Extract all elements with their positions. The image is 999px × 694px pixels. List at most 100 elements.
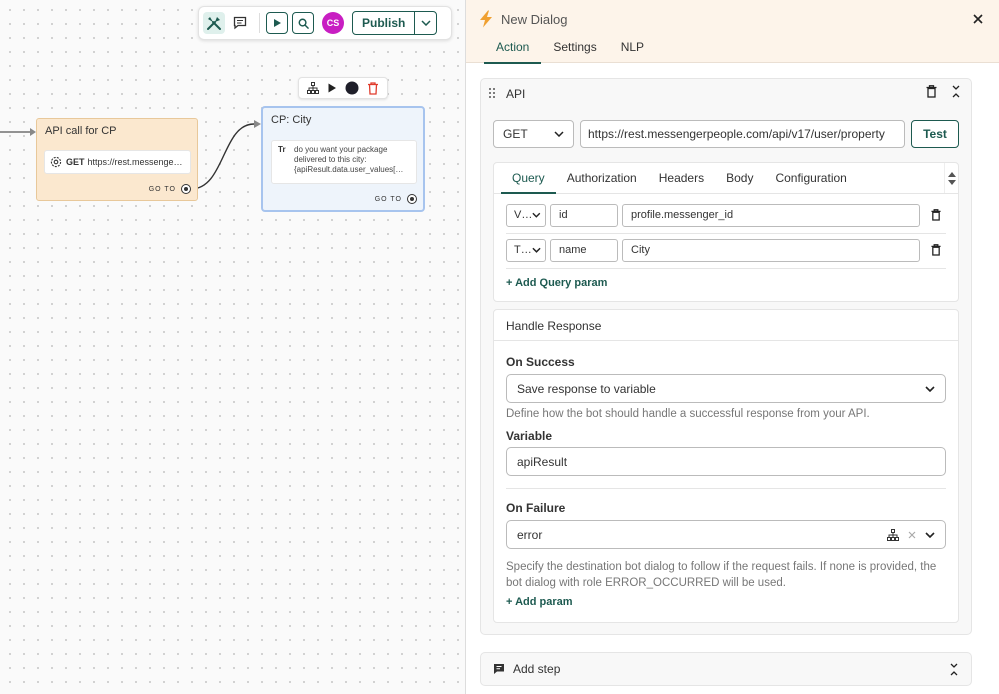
on-success-hint: Define how the bot should handle a succe… [506, 408, 870, 420]
tab-scroll-arrows[interactable] [944, 163, 958, 193]
trash-icon[interactable] [367, 81, 379, 95]
tab-settings[interactable]: Settings [541, 40, 608, 63]
request-config-card: Query Authorization Headers Body Configu… [493, 162, 959, 302]
on-success-label: On Success [506, 355, 575, 369]
goto-label: GO TO [148, 185, 176, 193]
trash-icon [931, 209, 941, 221]
api-step-card: API GET https://rest.messengerpeople.com… [480, 78, 972, 635]
param-type-select[interactable]: V… [506, 203, 546, 227]
tools-button[interactable] [203, 12, 225, 34]
on-failure-hint: Specify the destination bot dialog to fo… [506, 561, 937, 589]
play-button[interactable] [266, 12, 288, 34]
node-connectors [0, 120, 261, 190]
api-request-summary[interactable]: GET https://rest.messenge… [44, 150, 191, 174]
node-title: API call for CP [45, 125, 117, 137]
output-port[interactable] [407, 194, 417, 204]
expand-icon[interactable] [949, 663, 959, 676]
toolbar-divider [259, 13, 260, 33]
param-value-input[interactable]: City [622, 238, 920, 262]
query-param-row: V… id profile.messenger_id [506, 203, 948, 227]
dialog-panel: New Dialog Action Settings NLP API GET h… [465, 0, 999, 694]
chevron-down-icon [532, 212, 541, 218]
close-button[interactable] [969, 10, 987, 28]
hierarchy-icon[interactable] [887, 528, 899, 541]
caret-up-icon [947, 171, 956, 177]
tab-authorization[interactable]: Authorization [556, 163, 648, 193]
close-icon [973, 14, 983, 24]
param-type-select[interactable]: T… [506, 238, 546, 262]
handle-response-title: Handle Response [494, 310, 958, 341]
drag-handle-icon[interactable] [488, 87, 496, 99]
publish-options-button[interactable] [414, 12, 436, 34]
add-param-link[interactable]: + Add param [506, 596, 573, 608]
search-button[interactable] [292, 12, 314, 34]
tab-headers[interactable]: Headers [648, 163, 715, 193]
add-query-param-link[interactable]: + Add Query param [506, 277, 607, 289]
message-text: do you want your package delivered to th… [294, 145, 404, 174]
collapse-icon[interactable] [951, 85, 961, 98]
publish-split-button: Publish [352, 11, 438, 35]
tab-action[interactable]: Action [484, 40, 542, 64]
caret-down-icon [947, 179, 956, 185]
delete-param-button[interactable] [924, 209, 948, 221]
text-type-icon: Tr [278, 145, 286, 154]
param-type-value: V… [514, 209, 533, 221]
text-message-block[interactable]: Tr do you want your package delivered to… [271, 140, 417, 184]
clear-icon[interactable] [908, 531, 916, 539]
city-node[interactable]: CP: City Tr do you want your package del… [261, 106, 425, 212]
chevron-down-icon [925, 385, 935, 392]
tab-query[interactable]: Query [501, 163, 556, 194]
variable-input[interactable]: apiResult [506, 447, 946, 476]
comment-button[interactable] [229, 12, 251, 34]
param-key-input[interactable]: name [550, 238, 618, 262]
output-port[interactable] [181, 184, 191, 194]
breakpoint-icon[interactable] [345, 81, 359, 95]
tab-nlp[interactable]: NLP [609, 40, 656, 63]
flow-canvas[interactable]: CS Publish API call for CP GET https://r… [0, 0, 465, 694]
on-failure-value: error [517, 527, 543, 542]
trash-icon[interactable] [926, 85, 937, 98]
query-param-row: T… name City [506, 238, 948, 262]
add-step-bar[interactable]: Add step [480, 652, 972, 686]
publish-button[interactable]: Publish [353, 12, 414, 34]
user-avatar[interactable]: CS [322, 12, 344, 34]
divider [506, 488, 946, 489]
api-card-actions [926, 85, 961, 98]
canvas-toolbar: CS Publish [198, 6, 452, 40]
dialog-title[interactable]: New Dialog [501, 12, 567, 27]
tab-configuration[interactable]: Configuration [764, 163, 857, 193]
node-title: CP: City [271, 114, 312, 126]
api-card-header: API [481, 79, 971, 107]
goto-label: GO TO [374, 195, 402, 203]
trash-icon [931, 244, 941, 256]
request-line: GET https://rest.messengerpeople.com/api… [493, 120, 959, 149]
on-success-select[interactable]: Save response to variable [506, 374, 946, 403]
delete-param-button[interactable] [924, 244, 948, 256]
api-url: https://rest.messenge… [87, 157, 183, 167]
api-call-node[interactable]: API call for CP GET https://rest.messeng… [36, 118, 198, 201]
hierarchy-icon[interactable] [307, 82, 319, 94]
param-key-input[interactable]: id [550, 203, 618, 227]
tab-body[interactable]: Body [715, 163, 764, 193]
request-tabs: Query Authorization Headers Body Configu… [494, 163, 958, 194]
api-card-title: API [506, 87, 526, 101]
method-value: GET [503, 127, 528, 141]
comment-icon [233, 16, 247, 30]
param-value-input[interactable]: profile.messenger_id [622, 203, 920, 227]
divider [506, 268, 946, 269]
goto-output: GO TO [149, 184, 191, 194]
chevron-down-icon [532, 247, 541, 253]
test-button[interactable]: Test [911, 120, 959, 148]
node-toolbar [298, 77, 388, 99]
chevron-down-icon [554, 131, 564, 137]
lightning-icon [480, 10, 492, 28]
handle-response-card: Handle Response On Success Save response… [493, 309, 959, 623]
param-type-value: T… [514, 244, 532, 256]
url-input[interactable]: https://rest.messengerpeople.com/api/v17… [580, 120, 905, 148]
divider [506, 233, 946, 234]
chevron-down-icon [421, 20, 431, 26]
play-icon[interactable] [327, 83, 337, 93]
tools-icon [207, 17, 221, 30]
on-failure-select[interactable]: error [506, 520, 946, 549]
method-select[interactable]: GET [493, 120, 574, 148]
